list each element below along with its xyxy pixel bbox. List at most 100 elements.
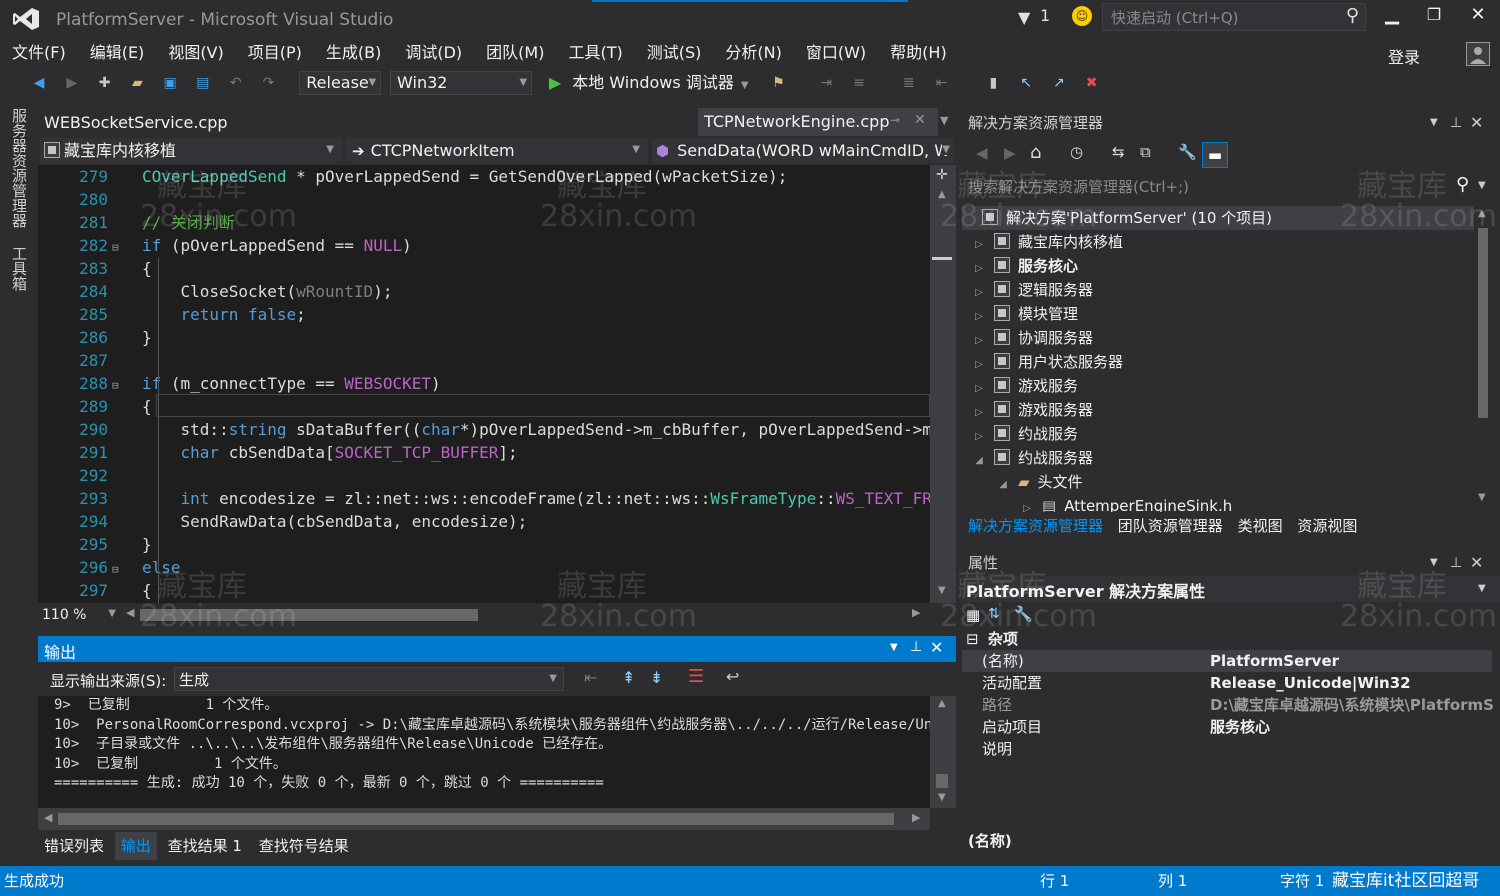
tree-item-folder[interactable]: ◢ ▰ 头文件	[962, 470, 1474, 494]
scroll-up-icon[interactable]: ▲	[938, 189, 946, 200]
save-icon[interactable]: ▣	[159, 72, 181, 94]
find-next-icon[interactable]: ⇟	[650, 668, 663, 687]
output-text[interactable]: 9> 已复制 1 个文件。 10> PersonalRoomCorrespond.…	[38, 696, 930, 808]
close-panel-icon[interactable]: ✕	[930, 638, 943, 657]
tab-output[interactable]: 输出	[114, 832, 157, 860]
code-line[interactable]: 286}	[38, 326, 930, 349]
server-explorer-tab[interactable]: 服务器资源管理器	[9, 108, 30, 228]
properties-wrench-icon[interactable]: 🔧	[1178, 143, 1197, 161]
tree-item-project[interactable]: ▷ 游戏服务	[962, 374, 1474, 398]
signin-link[interactable]: 登录	[1388, 44, 1420, 68]
solution-root[interactable]: 解决方案'PlatformServer' (10 个项目)	[962, 206, 1474, 230]
editor-vertical-scrollbar[interactable]: ✛ ▲ ▼	[930, 165, 956, 603]
close-panel-icon[interactable]: ✕	[1470, 108, 1483, 138]
menu-item-10[interactable]: 窗口(W)	[794, 38, 878, 68]
scroll-down-icon[interactable]: ▼	[1478, 492, 1486, 503]
save-all-icon[interactable]: ▤	[192, 72, 214, 94]
comment-icon[interactable]: ≡	[848, 72, 870, 94]
avatar[interactable]	[1466, 42, 1490, 66]
output-vscroll[interactable]: ▲ ▼	[930, 696, 956, 808]
restore-button[interactable]: ❐	[1424, 5, 1444, 29]
prev-bookmark-icon[interactable]: ↖	[1015, 72, 1037, 94]
scroll-up-icon[interactable]: ▲	[1478, 208, 1486, 219]
properties-object-select[interactable]: PlatformServer 解决方案属性 ▼	[962, 576, 1500, 602]
scroll-thumb[interactable]	[1478, 228, 1488, 418]
close-button[interactable]: ✕	[1468, 4, 1488, 28]
pin-icon[interactable]: ⊥	[910, 639, 922, 655]
find-in-files-icon[interactable]: ⚑	[767, 72, 789, 94]
tab-team-explorer[interactable]: 团队资源管理器	[1118, 517, 1223, 535]
open-file-icon[interactable]: ▰	[126, 72, 148, 94]
minimize-button[interactable]: ▁	[1382, 4, 1402, 28]
scroll-up-icon[interactable]: ▲	[938, 698, 946, 709]
property-row[interactable]: 启动项目 服务核心	[962, 716, 1492, 738]
code-line[interactable]: 283 {	[38, 257, 930, 280]
forward-icon[interactable]: ▶	[61, 72, 83, 94]
code-line[interactable]: 296 ⊟ else	[38, 556, 930, 579]
tab-class-view[interactable]: 类视图	[1238, 517, 1283, 535]
menu-item-5[interactable]: 调试(D)	[393, 38, 474, 68]
code-editor[interactable]: 279 COverLappedSend * pOverLappedSend = G…	[38, 165, 930, 603]
pin-icon[interactable]: ⊸	[890, 113, 900, 127]
tree-vscroll[interactable]: ▲ ▼	[1474, 206, 1492, 512]
code-line[interactable]: 292	[38, 464, 930, 487]
hscroll-thumb[interactable]	[58, 813, 894, 825]
menu-item-0[interactable]: 文件(F)	[0, 38, 78, 68]
hscroll-right-icon[interactable]: ▶	[912, 606, 920, 619]
fold-toggle-icon[interactable]: ⊟	[112, 374, 128, 397]
class-dropdown[interactable]: ➔ CTCPNetworkItem ▼	[346, 138, 648, 163]
code-line[interactable]: 279 COverLappedSend * pOverLappedSend = G…	[38, 165, 930, 188]
output-source-select[interactable]: 生成 ▼	[174, 667, 564, 691]
clear-all-icon[interactable]: ☰	[688, 666, 704, 687]
menu-item-11[interactable]: 帮助(H)	[878, 38, 959, 68]
solution-config-select[interactable]: Release ▼	[299, 71, 382, 95]
scroll-down-icon[interactable]: ▼	[938, 585, 946, 596]
property-pages-icon[interactable]: 🔧	[1014, 605, 1033, 623]
pending-changes-icon[interactable]: ◷	[1070, 143, 1083, 161]
word-wrap-icon[interactable]: ↩	[726, 667, 739, 686]
code-line[interactable]: 295}	[38, 533, 930, 556]
tree-item-project[interactable]: ▷ 游戏服务器	[962, 398, 1474, 422]
pin-icon[interactable]: ⊥	[1450, 548, 1462, 578]
menu-item-1[interactable]: 编辑(E)	[78, 38, 157, 68]
bookmark-icon[interactable]: ▮	[982, 72, 1004, 94]
menu-item-7[interactable]: 工具(T)	[556, 38, 634, 68]
scroll-thumb[interactable]	[936, 774, 948, 788]
find-prev-icon[interactable]: ⇞	[622, 668, 635, 687]
back-icon[interactable]: ◀	[976, 144, 988, 162]
project-dropdown[interactable]: 藏宝库内核移植 ▼	[40, 138, 342, 163]
sync-icon[interactable]: ⇆	[1112, 143, 1125, 161]
tree-item-project[interactable]: ▷ 用户状态服务器	[962, 350, 1474, 374]
split-icon[interactable]: ✛	[936, 167, 948, 183]
tab-error-list[interactable]: 错误列表	[38, 832, 110, 860]
code-line[interactable]: 287	[38, 349, 930, 372]
window-options-icon[interactable]: ▼	[1430, 548, 1438, 578]
forward-icon[interactable]: ▶	[1004, 144, 1016, 162]
goto-prev-message-icon[interactable]: ⇤	[584, 668, 597, 687]
pin-icon[interactable]: ⊥	[1450, 108, 1462, 138]
collapsed-arrow-icon[interactable]: ▷	[1020, 497, 1034, 512]
tree-item-file[interactable]: ▷ ▤ AttemperEngineSink.h	[962, 494, 1474, 512]
uncomment-icon[interactable]: ≣	[898, 72, 920, 94]
alphabetical-icon[interactable]: ⇅	[988, 606, 1000, 622]
tree-item-project[interactable]: ▷ 协调服务器	[962, 326, 1474, 350]
menu-item-2[interactable]: 视图(V)	[156, 38, 235, 68]
preview-icon[interactable]: ▬	[1202, 142, 1228, 168]
window-options-icon[interactable]: ▼	[890, 642, 898, 653]
code-line[interactable]: 284 CloseSocket(wRountID);	[38, 280, 930, 303]
tab-websocketservice[interactable]: WEBSocketService.cpp	[44, 113, 228, 132]
property-row[interactable]: 活动配置 Release_Unicode|Win32	[962, 672, 1492, 694]
scroll-thumb[interactable]	[932, 257, 952, 260]
clear-bookmarks-icon[interactable]: ✖	[1081, 72, 1103, 94]
code-line[interactable]: 282 ⊟ if (pOverLappedSend == NULL)	[38, 234, 930, 257]
home-icon[interactable]: ⌂	[1030, 142, 1041, 163]
code-line[interactable]: 285 return false;	[38, 303, 930, 326]
hscroll-left-icon[interactable]: ◀	[44, 811, 52, 824]
window-options-icon[interactable]: ▼	[1430, 108, 1438, 138]
tab-solution-explorer[interactable]: 解决方案资源管理器	[968, 517, 1103, 535]
collapse-all-icon[interactable]: ⧉	[1140, 143, 1151, 161]
notification-flag-icon[interactable]: ▼	[1018, 8, 1030, 27]
menu-item-9[interactable]: 分析(N)	[713, 38, 793, 68]
tab-overflow-icon[interactable]: ▼	[940, 114, 948, 127]
next-bookmark-icon[interactable]: ↗	[1048, 72, 1070, 94]
